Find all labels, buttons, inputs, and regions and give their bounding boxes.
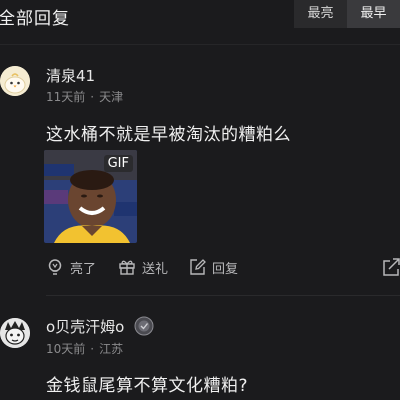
gift-icon bbox=[119, 260, 135, 275]
share-button[interactable] bbox=[382, 257, 400, 281]
meta-separator: · bbox=[90, 90, 95, 104]
comment-meta: 10天前 · 江苏 bbox=[46, 340, 123, 357]
sort-brightest-button[interactable]: 最亮 bbox=[294, 0, 347, 28]
comment-divider bbox=[46, 295, 400, 296]
reply-button[interactable]: 回复 bbox=[188, 256, 238, 278]
user-badge-icon bbox=[134, 316, 154, 340]
header-divider bbox=[0, 44, 400, 45]
sort-toggle: 最亮 最早 bbox=[294, 0, 400, 28]
comment-actions: 亮了 送礼 回复 bbox=[46, 256, 400, 278]
avatar[interactable] bbox=[0, 318, 30, 348]
comment-time: 11天前 bbox=[46, 90, 86, 104]
avatar-chick-icon bbox=[0, 66, 30, 96]
comment-text: 金钱鼠尾算不算文化糟粕? bbox=[46, 376, 249, 396]
share-icon bbox=[383, 258, 400, 276]
comment-location: 天津 bbox=[99, 90, 124, 104]
light-bulb-icon bbox=[48, 259, 62, 275]
edit-icon bbox=[190, 259, 206, 275]
like-label: 亮了 bbox=[70, 261, 97, 277]
avatar[interactable] bbox=[0, 66, 30, 96]
username[interactable]: 清泉41 bbox=[46, 65, 95, 86]
gif-badge: GIF bbox=[103, 155, 133, 172]
comment-time: 10天前 bbox=[46, 342, 86, 356]
like-button[interactable]: 亮了 bbox=[46, 256, 96, 278]
sort-earliest-button[interactable]: 最早 bbox=[347, 0, 400, 28]
comment-meta: 11天前 · 天津 bbox=[46, 88, 123, 105]
avatar-cartoon-icon bbox=[0, 318, 30, 348]
comment-location: 江苏 bbox=[99, 342, 124, 356]
comment-text: 这水桶不就是早被淘汰的糟粕么 bbox=[46, 125, 291, 145]
gift-button[interactable]: 送礼 bbox=[118, 256, 168, 278]
reply-header: 全部回复 最亮 最早 bbox=[0, 0, 400, 44]
gif-thumbnail[interactable]: GIF bbox=[44, 150, 137, 243]
reply-label: 回复 bbox=[212, 261, 239, 277]
gift-label: 送礼 bbox=[142, 261, 169, 277]
meta-separator: · bbox=[90, 342, 95, 356]
page-title: 全部回复 bbox=[0, 9, 70, 29]
username[interactable]: o贝壳汗姆o bbox=[46, 316, 124, 337]
